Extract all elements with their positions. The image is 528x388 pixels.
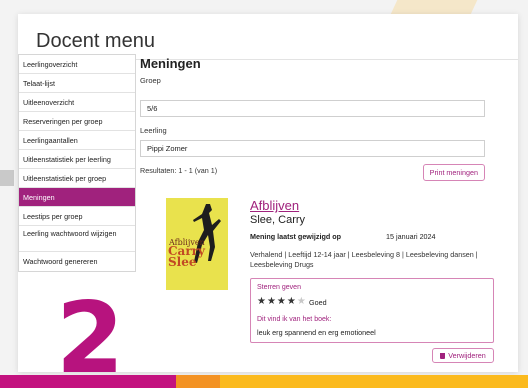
book-author: Slee, Carry	[250, 214, 306, 226]
group-label: Groep	[140, 76, 161, 85]
sidebar-item-leestips[interactable]: Leestips per groep	[19, 207, 135, 226]
results-count: Resultaten: 1 - 1 (van 1)	[140, 166, 218, 175]
sidebar-item-telaat-lijst[interactable]: Telaat-lijst	[19, 74, 135, 93]
sidebar-item-uitleenstatistiek-leerling[interactable]: Uitleenstatistiek per leerling	[19, 150, 135, 169]
rating-text: Goed	[309, 298, 327, 307]
delete-button[interactable]: Verwijderen	[432, 348, 494, 363]
meningen-panel: Meningen Groep 5/6 Leerling Pippi Zomer …	[140, 54, 485, 181]
modified-label: Mening laatst gewijzigd op	[250, 232, 342, 241]
student-label: Leerling	[140, 126, 167, 135]
star-filled-icon: ★★★★	[257, 296, 297, 307]
star-rating[interactable]: ★★★★★	[257, 296, 307, 307]
sidebar-item-uitleenstatistiek-groep[interactable]: Uitleenstatistiek per groep	[19, 169, 135, 188]
trash-icon	[440, 353, 446, 359]
book-title-link[interactable]: Afblijven	[250, 198, 299, 213]
cover-author: Carry Slee	[168, 244, 205, 269]
section-heading: Meningen	[140, 56, 201, 71]
delete-label: Verwijderen	[448, 351, 486, 360]
book-tags: Verhalend | Leeftijd 12-14 jaar | Leesbe…	[250, 250, 478, 269]
page-title: Docent menu	[36, 30, 155, 52]
sidebar-item-reserveringen[interactable]: Reserveringen per groep	[19, 112, 135, 131]
book-cover[interactable]: Afblijven Carry Slee	[166, 198, 228, 290]
sidebar-menu: Leerlingoverzicht Telaat-lijst Uitleenov…	[18, 54, 136, 272]
color-band-orange	[176, 375, 220, 388]
color-band-yellow	[220, 375, 528, 388]
big-number-two: 2	[56, 282, 125, 388]
sidebar-item-wachtwoord-wijzigen[interactable]: Leerling wachtwoord wijzigen	[19, 226, 135, 252]
group-select[interactable]: 5/6	[140, 100, 485, 117]
sidebar-item-meningen[interactable]: Meningen	[19, 188, 135, 207]
opinion-text: leuk erg spannend en erg emotioneel	[257, 328, 376, 337]
student-select[interactable]: Pippi Zomer	[140, 140, 485, 157]
sidebar-item-leerlingoverzicht[interactable]: Leerlingoverzicht	[19, 55, 135, 74]
print-button[interactable]: Print meningen	[422, 164, 485, 181]
opinion-label: Dit vind ik van het boek:	[257, 316, 332, 323]
sidebar-item-leerlingaantallen[interactable]: Leerlingaantallen	[19, 131, 135, 150]
sidebar-item-wachtwoord-genereren[interactable]: Wachtwoord genereren	[19, 252, 135, 271]
sidebar-item-uitleenoverzicht[interactable]: Uitleenoverzicht	[19, 93, 135, 112]
color-band-magenta	[0, 375, 176, 388]
stars-label: Sterren geven	[257, 284, 301, 291]
star-empty-icon: ★	[296, 296, 307, 307]
modified-date: 15 januari 2024	[386, 232, 436, 241]
review-box: Sterren geven ★★★★★ Goed Dit vind ik van…	[250, 278, 494, 343]
background-shape-grey	[0, 170, 14, 186]
